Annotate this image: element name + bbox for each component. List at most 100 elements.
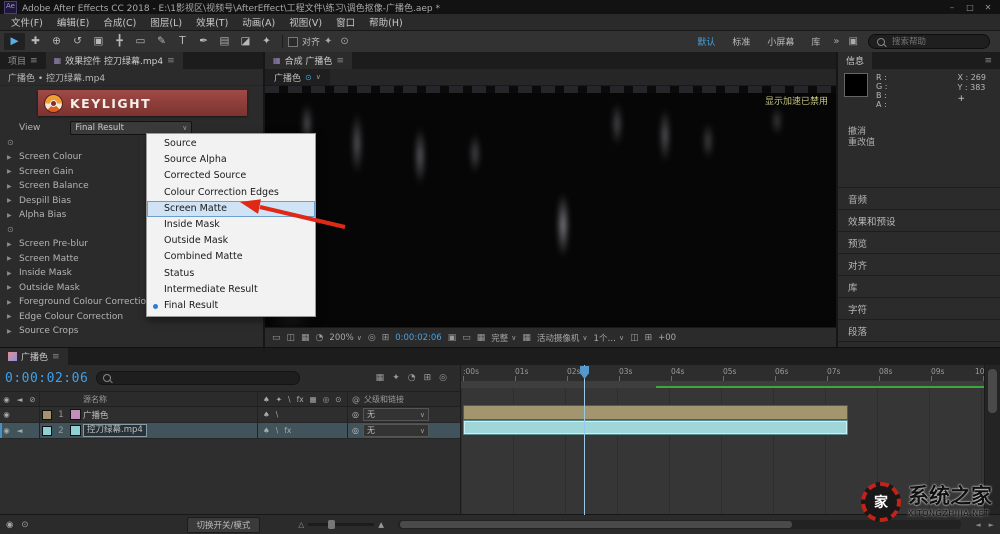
shy-toggle[interactable]: ♠ [263, 426, 270, 435]
chevron-right-icon[interactable]: ▶ [7, 284, 15, 291]
layer-switches[interactable]: ♠ \ [257, 407, 347, 422]
scrollbar-thumb[interactable] [400, 521, 792, 528]
current-timecode[interactable]: 0:00:02:06 [5, 371, 88, 386]
exposure-value[interactable]: +00 [658, 333, 676, 343]
view-layout-select[interactable]: 1个… ∨ [594, 332, 625, 344]
time-ruler[interactable]: :00s 01s 02s 03s 04s 05s 06s 07s 08s 09s… [461, 365, 985, 382]
quality-toggle[interactable]: \ [276, 410, 279, 419]
zoom-out-icon[interactable]: △ [298, 520, 304, 529]
info-panel-menu[interactable]: ≡ [976, 52, 1000, 69]
zoom-in-icon[interactable]: ▲ [378, 520, 384, 529]
hamburger-icon[interactable]: ≡ [984, 56, 992, 66]
quality-icon[interactable]: \ [288, 395, 291, 404]
stopwatch-icon[interactable]: ⊙ [7, 138, 15, 147]
close-button[interactable]: ✕ [980, 3, 996, 12]
menu-window[interactable]: 窗口 [329, 15, 362, 29]
brush-tool-icon[interactable]: ✒ [193, 33, 214, 50]
menu-item-status[interactable]: Status [147, 266, 315, 282]
more-workspaces-icon[interactable]: » [829, 36, 843, 47]
fx-icon[interactable]: fx [297, 395, 304, 404]
maximize-button[interactable]: □ [962, 3, 978, 12]
layer-2-duration-bar[interactable] [463, 420, 848, 435]
lock-column-icon[interactable]: ⊘ [26, 395, 39, 404]
menu-item-colour-correction-edges[interactable]: Colour Correction Edges [147, 185, 315, 201]
tab-composition[interactable]: ▦ 合成 广播色 ≡ [265, 52, 352, 69]
menu-item-intermediate-result[interactable]: Intermediate Result [147, 282, 315, 298]
eye-icon[interactable]: ◉ [0, 410, 13, 419]
pixel-aspect-icon[interactable]: ◫ [630, 333, 639, 343]
pan-behind-tool-icon[interactable]: ╋ [109, 33, 130, 50]
motion-blur-toolbar-icon[interactable]: ⊙ [336, 36, 352, 47]
quality-toggle[interactable]: \ [276, 426, 279, 435]
panel-preview[interactable]: 预览 [838, 232, 1000, 254]
timeline-search-input[interactable] [115, 372, 269, 384]
fast-previews-icon[interactable]: ▦ [522, 333, 531, 343]
menu-item-source-alpha[interactable]: Source Alpha [147, 152, 315, 168]
manage-workspaces-icon[interactable]: ▣ [845, 36, 862, 47]
timeline-button-icon[interactable]: ⊞ [645, 333, 653, 343]
shy-toggle[interactable]: ♠ [263, 410, 270, 419]
channel-icon[interactable]: ◔ [316, 333, 324, 343]
layer-name[interactable]: 广播色 [83, 409, 257, 421]
selection-tool-icon[interactable]: ▶ [4, 33, 25, 50]
collapse-icon[interactable]: ✦ [276, 395, 282, 404]
eye-column-icon[interactable]: ◉ [0, 395, 13, 404]
zoom-slider-track[interactable] [308, 523, 374, 526]
draft-3d-icon[interactable]: ✦ [392, 373, 400, 383]
parent-select[interactable]: 无 ∨ [363, 408, 429, 421]
menu-item-outside-mask[interactable]: Outside Mask [147, 233, 315, 249]
shy-layers-icon[interactable]: ◔ [408, 373, 416, 383]
layer-name[interactable]: 控刀绿幕.mp4 [83, 424, 257, 437]
chevron-right-icon[interactable]: ▶ [7, 154, 15, 161]
panel-libraries[interactable]: 库 [838, 276, 1000, 298]
menu-effect[interactable]: 效果(T) [189, 15, 235, 29]
puppet-tool-icon[interactable]: ✦ [256, 33, 277, 50]
pickwhip-icon[interactable]: ◎ [352, 410, 359, 419]
timeline-search[interactable] [96, 371, 300, 385]
eraser-tool-icon[interactable]: ◪ [235, 33, 256, 50]
menu-item-corrected-source[interactable]: Corrected Source [147, 168, 315, 184]
menu-edit[interactable]: 编辑(E) [50, 15, 96, 29]
menu-composition[interactable]: 合成(C) [96, 15, 143, 29]
chevron-right-icon[interactable]: ▶ [7, 299, 15, 306]
tab-info[interactable]: 信息 [838, 52, 872, 69]
source-name-column-header[interactable]: 源名称 [83, 394, 257, 405]
chevron-right-icon[interactable]: ▶ [7, 255, 15, 262]
menu-item-combined-matte[interactable]: Combined Matte [147, 249, 315, 265]
clone-stamp-tool-icon[interactable]: ▤ [214, 33, 235, 50]
camera-select[interactable]: 活动摄像机 ∨ [537, 332, 588, 344]
toggle-switches-modes-button[interactable]: 切换开关/模式 [187, 517, 261, 533]
frame-blend-icon[interactable]: ⊞ [424, 373, 432, 383]
chevron-right-icon[interactable]: ▶ [7, 168, 15, 175]
tab-project[interactable]: 项目 ≡ [0, 52, 46, 69]
tab-effect-controls[interactable]: ▦ 效果控件 控刀绿幕.mp4 ≡ [46, 52, 183, 69]
menu-item-final-result[interactable]: Final Result [147, 298, 315, 314]
motion-blur-icon[interactable]: ◎ [439, 373, 447, 383]
rotate-tool-icon[interactable]: ↺ [67, 33, 88, 50]
3d-col-icon[interactable]: ⊙ [335, 395, 341, 404]
chevron-right-icon[interactable]: ▶ [7, 241, 15, 248]
panel-align[interactable]: 对齐 [838, 254, 1000, 276]
timeline-tab[interactable]: 广播色 ≡ [0, 348, 68, 365]
chevron-right-icon[interactable]: ▶ [7, 328, 15, 335]
help-search[interactable] [868, 34, 990, 49]
shy-icon[interactable]: ♠ [263, 395, 270, 404]
workspace-standard[interactable]: 标准 [724, 35, 758, 48]
chevron-right-icon[interactable]: ▶ [7, 313, 15, 320]
hamburger-icon[interactable]: ≡ [30, 56, 38, 66]
menu-file[interactable]: 文件(F) [4, 15, 50, 29]
layer-name-box[interactable]: 控刀绿幕.mp4 [83, 424, 147, 437]
chevron-right-icon[interactable]: ▶ [7, 212, 15, 219]
panel-audio[interactable]: 音频 [838, 188, 1000, 210]
hamburger-icon[interactable]: ≡ [167, 56, 175, 66]
show-snapshot-icon[interactable]: ▭ [462, 333, 471, 343]
text-tool-icon[interactable]: T [172, 33, 193, 50]
menu-help[interactable]: 帮助(H) [362, 15, 410, 29]
chevron-right-icon[interactable]: ▶ [7, 270, 15, 277]
hand-tool-icon[interactable]: ✚ [25, 33, 46, 50]
effect-property-row[interactable]: ▶ Source Crops [0, 324, 263, 339]
zoom-slider-thumb[interactable] [328, 520, 335, 529]
menu-view[interactable]: 视图(V) [282, 15, 329, 29]
layer-row-2[interactable]: ◉ ◄ 2 控刀绿幕.mp4 ♠ \ fx ◎ [0, 423, 460, 439]
audio-column-icon[interactable]: ◄ [13, 395, 26, 404]
